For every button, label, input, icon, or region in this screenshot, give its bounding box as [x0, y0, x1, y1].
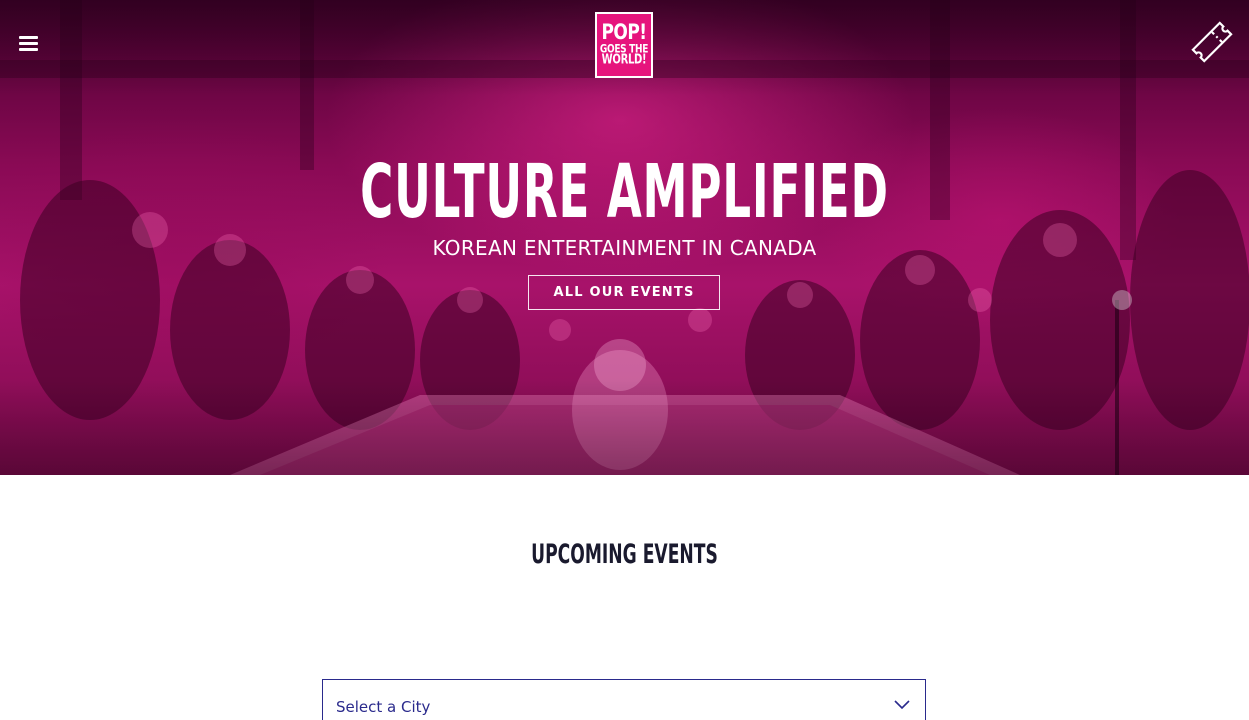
logo-line-3: WORLD!	[601, 52, 647, 67]
upcoming-events-heading: UPCOMING EVENTS	[531, 540, 718, 570]
city-select-dropdown[interactable]: Select a City	[322, 679, 926, 720]
chevron-down-icon	[894, 698, 910, 710]
hamburger-menu-icon[interactable]	[19, 36, 39, 54]
ticket-icon[interactable]	[1189, 20, 1235, 64]
city-select-placeholder: Select a City	[336, 698, 431, 716]
hero-title: CULTURE AMPLIFIED	[360, 148, 889, 236]
logo-line-1: POP!	[601, 19, 647, 45]
site-logo[interactable]: POP! GOES THE WORLD!	[595, 12, 653, 78]
hero-subtitle: KOREAN ENTERTAINMENT IN CANADA	[432, 236, 817, 260]
hero-banner: POP! GOES THE WORLD! CULTURE AMPLIFIED K…	[0, 0, 1249, 475]
all-events-button[interactable]: ALL OUR EVENTS	[528, 275, 720, 310]
